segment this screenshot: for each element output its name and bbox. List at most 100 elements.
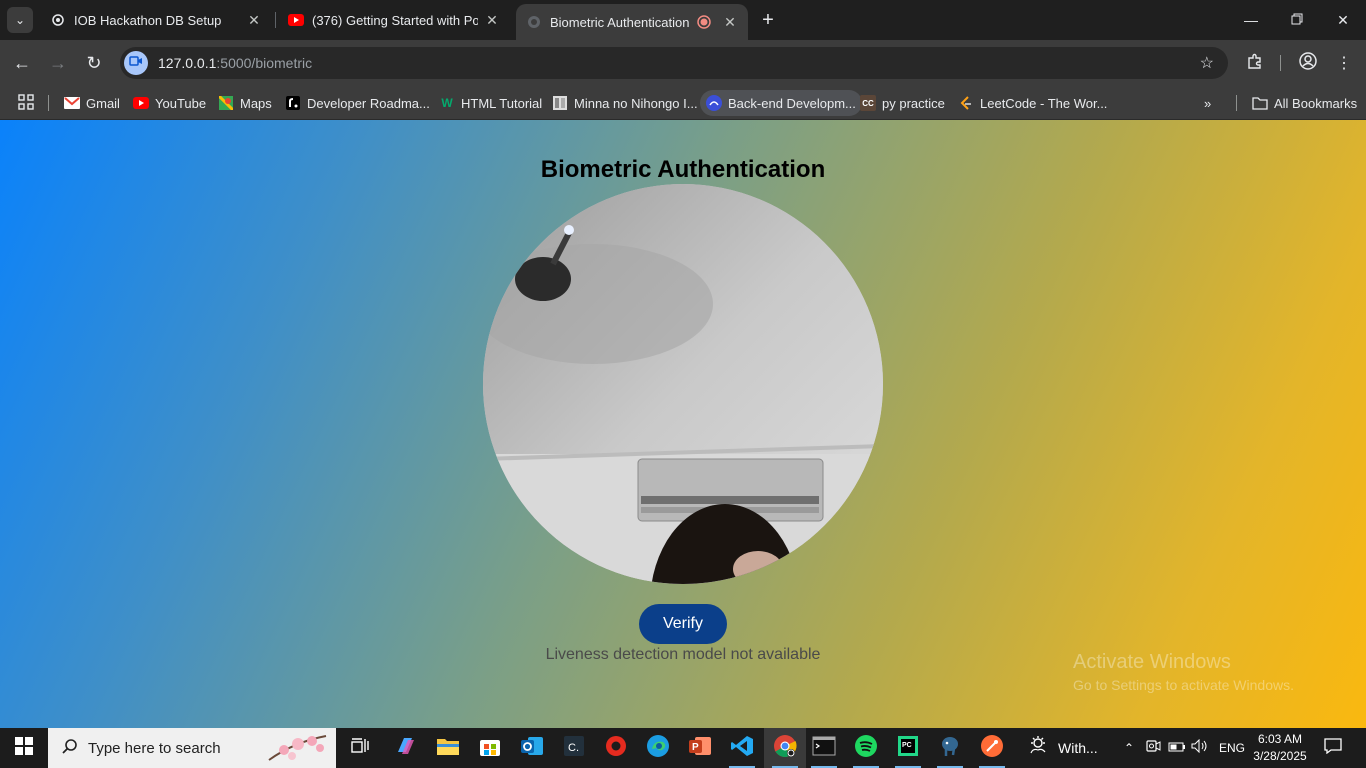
language-indicator[interactable]: ENG	[1219, 741, 1245, 755]
weather-text[interactable]: With...	[1058, 740, 1098, 756]
bookmarks-overflow-button[interactable]: »	[1198, 90, 1217, 116]
powerpoint-app[interactable]: P	[679, 728, 721, 768]
tab-search-button[interactable]: ⌄	[7, 7, 33, 33]
search-placeholder: Type here to search	[88, 739, 221, 757]
chrome-icon	[773, 734, 797, 763]
page-content: Biometric Authentication Verify Liveness…	[0, 120, 1366, 728]
pgadmin-app[interactable]	[929, 728, 971, 768]
webcam-video-feed	[483, 184, 883, 584]
maps-icon	[218, 95, 234, 111]
folder-icon	[436, 736, 460, 761]
site-info-button[interactable]	[124, 51, 148, 75]
taskbar-search[interactable]: Type here to search	[48, 728, 336, 768]
codechef-icon: CC	[860, 95, 876, 111]
copilot-app[interactable]	[385, 728, 427, 768]
bookmark-label: py practice	[882, 95, 945, 111]
close-icon[interactable]: ✕	[722, 14, 738, 30]
reload-button[interactable]: ↻	[79, 48, 109, 78]
toolbar-divider	[1280, 55, 1281, 71]
battery-icon	[1168, 739, 1186, 757]
speaker-icon	[1191, 738, 1209, 758]
file-explorer-app[interactable]	[427, 728, 469, 768]
terminal-app[interactable]: C.	[553, 728, 595, 768]
bookmark-html-tutorial[interactable]: W HTML Tutorial	[433, 90, 548, 116]
bookmark-backend-development[interactable]: Back-end Developm...	[700, 90, 862, 116]
bookmark-gmail[interactable]: Gmail	[58, 90, 126, 116]
chevron-up-icon: ⌃	[1123, 741, 1135, 755]
postman-app[interactable]	[971, 728, 1013, 768]
all-bookmarks-button[interactable]: All Bookmarks	[1246, 90, 1363, 116]
taskbar-clock[interactable]: 6:03 AM 3/28/2025	[1248, 731, 1312, 765]
record-icon	[605, 735, 627, 762]
bookmark-py-practice[interactable]: CC py practice	[854, 90, 951, 116]
bookmarks-divider	[1236, 95, 1237, 111]
tab-iob-hackathon[interactable]: IOB Hackathon DB Setup ✕	[40, 4, 272, 36]
bookmark-star-icon[interactable]: ☆	[1200, 53, 1214, 73]
clock-date: 3/28/2025	[1253, 749, 1307, 763]
w3schools-icon: W	[441, 96, 453, 110]
copilot-icon	[394, 734, 418, 763]
menu-button[interactable]: ⋮	[1329, 48, 1359, 78]
command-prompt-app[interactable]	[803, 728, 845, 768]
tab-youtube[interactable]: (376) Getting Started with Postg ✕	[278, 4, 510, 36]
close-icon[interactable]: ✕	[246, 12, 262, 28]
windows-logo-icon	[15, 736, 33, 760]
bookmark-developer-roadmap[interactable]: Developer Roadma...	[279, 90, 436, 116]
svg-text:C.: C.	[568, 742, 579, 754]
edge-app[interactable]	[637, 728, 679, 768]
spotify-app[interactable]	[845, 728, 887, 768]
bookmark-minna-no-nihongo[interactable]: Minna no Nihongo I...	[546, 90, 704, 116]
powerpoint-icon: P	[688, 735, 712, 762]
verify-button[interactable]: Verify	[639, 604, 727, 644]
pycharm-app[interactable]: PC	[887, 728, 929, 768]
reload-icon: ↻	[86, 52, 102, 73]
close-icon: ✕	[1337, 11, 1349, 28]
tab-strip: ⌄ IOB Hackathon DB Setup ✕ (376) Getting…	[0, 0, 1366, 40]
screen-recorder-app[interactable]	[595, 728, 637, 768]
webcam-in-use-icon	[1145, 739, 1161, 758]
show-hidden-icons-button[interactable]: ⌃	[1118, 728, 1140, 768]
camera-tray-icon[interactable]	[1142, 728, 1164, 768]
close-window-button[interactable]: ✕	[1320, 0, 1366, 40]
address-bar[interactable]: 127.0.0.1:5000/biometric ☆	[120, 47, 1228, 79]
start-button[interactable]	[0, 728, 48, 768]
volume-tray-icon[interactable]	[1189, 728, 1211, 768]
freecodecamp-icon	[706, 95, 722, 111]
extensions-button[interactable]	[1240, 48, 1270, 78]
back-button[interactable]: ←	[7, 48, 37, 78]
gmail-icon	[64, 95, 80, 111]
bookmark-youtube[interactable]: YouTube	[127, 90, 212, 116]
microsoft-store-app[interactable]	[469, 728, 511, 768]
store-icon	[479, 735, 501, 762]
youtube-icon	[288, 12, 304, 28]
vscode-icon	[730, 734, 754, 763]
profile-button[interactable]	[1293, 48, 1323, 78]
minimize-button[interactable]: —	[1228, 0, 1274, 40]
weather-widget[interactable]	[1017, 728, 1059, 768]
bookmark-maps[interactable]: Maps	[212, 90, 278, 116]
notification-center-button[interactable]	[1320, 736, 1346, 760]
bookmark-label: Back-end Developm...	[728, 95, 856, 111]
tab-biometric[interactable]: Biometric Authentication ✕	[516, 4, 748, 40]
battery-tray-icon[interactable]	[1166, 728, 1188, 768]
new-tab-button[interactable]: +	[756, 8, 780, 32]
activation-watermark-subtitle: Go to Settings to activate Windows.	[1073, 677, 1294, 693]
vscode-app[interactable]	[721, 728, 763, 768]
minimize-icon: —	[1244, 12, 1258, 28]
postman-icon	[980, 734, 1004, 763]
restore-button[interactable]	[1274, 0, 1320, 40]
forward-button[interactable]: →	[43, 48, 73, 78]
bookmark-leetcode[interactable]: LeetCode - The Wor...	[952, 90, 1113, 116]
task-view-button[interactable]	[339, 728, 381, 768]
task-view-icon	[350, 737, 370, 760]
bookmark-label: LeetCode - The Wor...	[980, 95, 1108, 111]
weather-icon	[1027, 735, 1049, 762]
apps-button[interactable]	[12, 90, 40, 116]
close-icon[interactable]: ✕	[484, 12, 500, 28]
browser-toolbar: ← → ↻ 127.0.0.1:5000/biometric ☆ ⋮	[0, 40, 1366, 86]
pycharm-icon: PC	[897, 735, 919, 762]
terminal-icon	[812, 736, 836, 761]
outlook-app[interactable]	[511, 728, 553, 768]
profile-icon	[1299, 51, 1317, 75]
chrome-app[interactable]	[764, 728, 806, 768]
